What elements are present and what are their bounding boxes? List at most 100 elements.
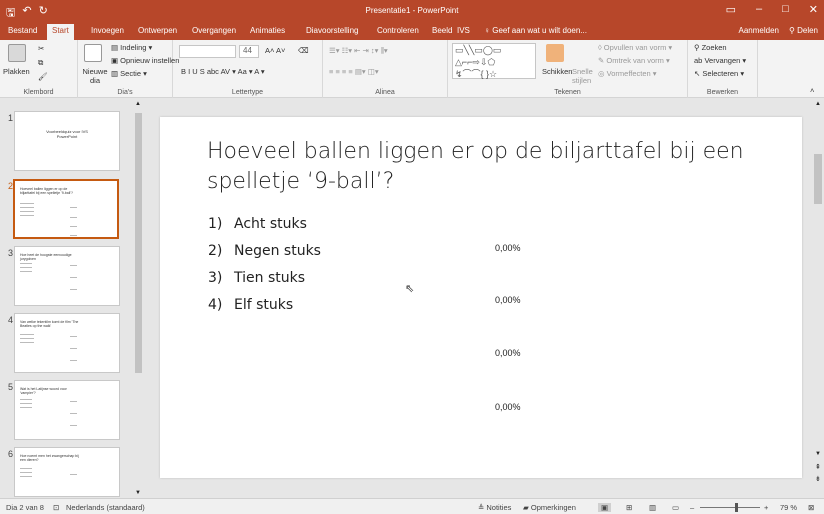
close-button[interactable]: ✕ — [809, 3, 818, 16]
thumbnail-scrollbar[interactable]: ▲ ▼ — [133, 99, 144, 498]
percentage-label[interactable]: 0,00% — [495, 402, 521, 412]
shape-outline-button[interactable]: ✎ Omtrek van vorm ▾ — [598, 56, 670, 65]
comments-button[interactable]: ▰ Opmerkingen — [523, 503, 576, 512]
paste-icon[interactable] — [8, 44, 26, 62]
font-grow-shrink-icon[interactable]: A˄ A˅ — [265, 46, 285, 55]
language-indicator[interactable]: Nederlands (standaard) — [66, 503, 145, 512]
font-group-label: Lettertype — [231, 89, 264, 96]
tab-bestand[interactable]: Bestand — [8, 26, 37, 35]
shape-fill-button[interactable]: ◊ Opvullen van vorm ▾ — [598, 43, 672, 52]
zoom-level[interactable]: 79 % — [780, 503, 797, 512]
tab-controleren[interactable]: Controleren — [377, 26, 419, 35]
layout-button[interactable]: ▤ Indeling ▾ — [111, 43, 152, 52]
scroll-up-icon[interactable]: ▲ — [815, 101, 821, 107]
format-painter-icon[interactable]: 🖌 — [38, 72, 48, 81]
slide-thumbnail-2[interactable]: Hoeveel ballen liggen er op de biljartta… — [13, 179, 119, 239]
title-bar: 🖫 ↶ ↻ Presentatie1 - PowerPoint ▭ – □ ✕ — [0, 0, 824, 23]
slide-title[interactable]: Hoeveel ballen liggen er op de biljartta… — [207, 137, 767, 197]
slides-group: Nieuwe dia ▤ Indeling ▾ ▣ Opnieuw instel… — [78, 40, 179, 98]
shape-effects-button[interactable]: ◎ Vormeffecten ▾ — [598, 69, 657, 78]
answer-item[interactable]: 3) Tien stuks — [208, 270, 305, 286]
tab-ivs[interactable]: IVS — [457, 26, 470, 35]
section-button[interactable]: ▥ Sectie ▾ — [111, 69, 147, 78]
answer-item[interactable]: 1) Acht stuks — [208, 216, 307, 232]
shapes-gallery[interactable]: ▭╲╲▭◯▭ △⌐⌐⇨⇩⬠ ↯⌒⌒{ }☆ — [452, 43, 536, 79]
tab-ontwerpen[interactable]: Ontwerpen — [138, 26, 177, 35]
reset-button[interactable]: ▣ Opnieuw instellen — [111, 56, 179, 65]
arrange-icon[interactable] — [546, 44, 564, 62]
scroll-down-icon[interactable]: ▼ — [815, 451, 821, 457]
thumb-title: Voorbeeldquiz voor IVS PowerPoint — [46, 129, 88, 139]
minimize-button[interactable]: – — [756, 3, 762, 16]
notes-button[interactable]: ≜ Notities — [478, 503, 511, 512]
tell-me-box[interactable]: ♀ Geef aan wat u wilt doen... — [484, 26, 587, 35]
zoom-out-button[interactable]: – — [690, 503, 694, 512]
zoom-slider[interactable] — [700, 507, 760, 508]
percentage-label[interactable]: 0,00% — [495, 295, 521, 305]
percentage-label[interactable]: 0,00% — [495, 348, 521, 358]
maximize-button[interactable]: □ — [782, 3, 789, 16]
spellcheck-icon[interactable]: ⊡ — [53, 503, 59, 512]
zoom-slider-handle[interactable] — [735, 503, 738, 512]
font-size-box[interactable]: 44 — [239, 45, 259, 58]
clear-formatting-icon[interactable]: ⌫ — [298, 46, 309, 55]
percentage-label[interactable]: 0,00% — [495, 243, 521, 253]
tab-overgangen[interactable]: Overgangen — [192, 26, 236, 35]
share-button[interactable]: ⚲ Delen — [789, 26, 818, 35]
answer-number: 1) — [208, 216, 223, 232]
collapse-ribbon-icon[interactable]: ˄ — [810, 86, 814, 95]
replace-label: Vervangen — [704, 56, 741, 65]
select-button[interactable]: ↖ Selecteren ▾ — [694, 69, 744, 78]
mouse-pointer-icon: ⇖ — [405, 283, 415, 295]
scroll-up-icon[interactable]: ▲ — [135, 101, 141, 107]
scroll-thumb[interactable] — [135, 113, 142, 373]
window-controls: ▭ – □ ✕ — [726, 3, 818, 16]
font-style-icons[interactable]: B I U S abc AV ▾ Aa ▾ A ▾ — [181, 67, 265, 76]
find-button[interactable]: ⚲ Zoeken — [694, 43, 727, 52]
slide-thumbnail-6[interactable]: Hoe noemt men het zwangerschap bij een d… — [14, 447, 120, 497]
zoom-in-button[interactable]: + — [764, 503, 768, 512]
slide-thumbnail-5[interactable]: Wat is het Latijnse woord voor 'vampier'… — [14, 380, 120, 440]
slide-canvas[interactable]: Hoeveel ballen liggen er op de biljartta… — [160, 117, 802, 478]
paste-button[interactable]: Plakken — [3, 67, 30, 76]
answer-item[interactable]: 2) Negen stuks — [208, 243, 321, 259]
answer-number: 4) — [208, 297, 223, 313]
list-icons[interactable]: ☰▾ ☷▾ ⇤ ⇥ ↕▾ ⫼▾ — [329, 46, 388, 56]
cut-icon[interactable]: ✂ — [38, 44, 44, 53]
slide-sorter-icon[interactable]: ⊞ — [626, 503, 632, 512]
paragraph-group-label: Alinea — [375, 89, 395, 96]
tab-beeld[interactable]: Beeld — [432, 26, 452, 35]
tab-start[interactable]: Start — [47, 24, 74, 40]
ribbon-display-icon[interactable]: ▭ — [726, 3, 736, 16]
font-group: 44 A˄ A˅ ⌫ B I U S abc AV ▾ Aa ▾ A ▾ Let… — [173, 40, 323, 98]
slide-thumbnail-1[interactable]: Voorbeeldquiz voor IVS PowerPoint — [14, 111, 120, 171]
editing-group: ⚲ Zoeken ab Vervangen ▾ ↖ Selecteren ▾ B… — [688, 40, 758, 98]
new-slide-icon[interactable] — [84, 44, 102, 62]
quick-styles-button[interactable]: Snelle stijlen — [572, 67, 594, 85]
search-icon: ⚲ — [694, 43, 702, 52]
copy-icon[interactable]: ⧉ — [38, 58, 43, 68]
slide-thumbnail-4[interactable]: Van welke tekentilm komt de film 'The Be… — [14, 313, 120, 373]
tab-diavoorstelling[interactable]: Diavoorstelling — [306, 26, 358, 35]
replace-button[interactable]: ab Vervangen ▾ — [694, 56, 746, 65]
ribbon-tabs: Bestand Start Invoegen Ontwerpen Overgan… — [0, 23, 824, 40]
layout-icon: ▤ — [111, 43, 121, 52]
scroll-thumb[interactable] — [814, 154, 822, 204]
arrange-button[interactable]: Schikken — [542, 67, 572, 76]
reading-view-icon[interactable]: ▥ — [649, 503, 656, 512]
slideshow-icon[interactable]: ▭ — [672, 503, 679, 512]
previous-slide-icon[interactable]: ⇞ — [815, 463, 821, 471]
align-icons[interactable]: ≡ ≡ ≡ ≡ ▤▾ ◫▾ — [329, 67, 379, 76]
sign-in-link[interactable]: Aanmelden — [739, 26, 779, 35]
tab-invoegen[interactable]: Invoegen — [91, 26, 124, 35]
fit-to-window-icon[interactable]: ⊠ — [808, 503, 814, 512]
tab-animaties[interactable]: Animaties — [250, 26, 285, 35]
font-name-box[interactable] — [179, 45, 236, 58]
answer-item[interactable]: 4) Elf stuks — [208, 297, 293, 313]
editor-scrollbar[interactable]: ▲ ▼ ⇞ ⇟ — [812, 99, 824, 498]
next-slide-icon[interactable]: ⇟ — [815, 475, 821, 483]
normal-view-icon[interactable]: ▣ — [598, 503, 612, 512]
scroll-down-icon[interactable]: ▼ — [135, 490, 141, 496]
slide-thumbnail-3[interactable]: Hoe heet de hoogste eenvoudige jurygolve… — [14, 246, 120, 306]
new-slide-button[interactable]: Nieuwe dia — [80, 67, 110, 85]
